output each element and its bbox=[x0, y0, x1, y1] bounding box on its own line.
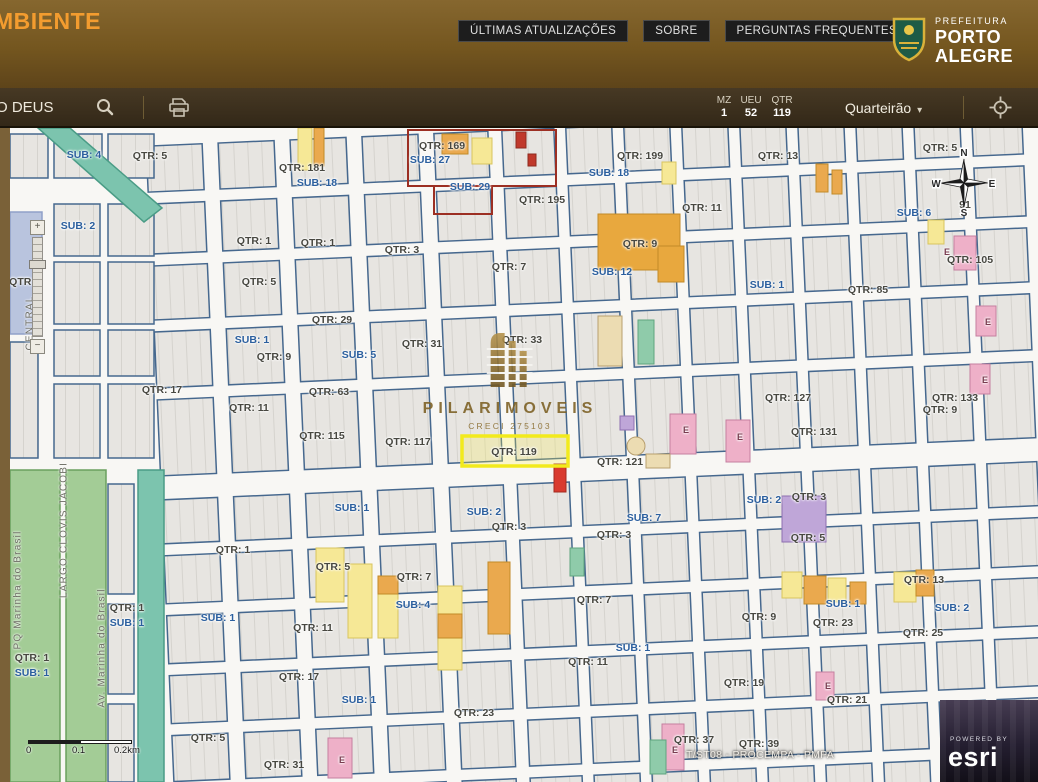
stat-value-mz: 1 bbox=[720, 107, 728, 119]
toolbar-divider bbox=[143, 96, 144, 119]
site-title: MBIENTE bbox=[0, 8, 101, 34]
nav-perguntas-frequentes[interactable]: PERGUNTAS FREQUENTES bbox=[724, 20, 910, 42]
map-attribution: T/ST08 - PROCEMPA - PMPA bbox=[686, 749, 835, 761]
crosshair-icon[interactable] bbox=[988, 95, 1013, 125]
map-canvas[interactable] bbox=[10, 128, 1038, 782]
stat-label-qtr: QTR bbox=[771, 95, 793, 106]
app-root: MBIENTE ÚLTIMAS ATUALIZAÇÕES SOBRE PERGU… bbox=[0, 0, 1038, 782]
mz-ueu-qtr-counters: MZ UEU QTR 1 52 119 bbox=[712, 95, 798, 119]
stat-label-ueu: UEU bbox=[740, 95, 762, 106]
compass-rose: N W E S bbox=[932, 147, 996, 217]
scale-tick-mid: 0.1 bbox=[72, 745, 86, 756]
selected-block-highlight bbox=[460, 434, 570, 468]
scale-tick-end: 0.2km bbox=[114, 745, 140, 756]
layer-dropdown-label: Quarteirão bbox=[845, 100, 912, 116]
map-toolbar: O DEUS MZ UEU QTR 1 52 119 Quarteirão ▾ bbox=[0, 88, 1038, 128]
stat-label-mz: MZ bbox=[716, 95, 732, 106]
compass-south: S bbox=[961, 208, 968, 216]
logo-city-line1: PORTO bbox=[935, 27, 1002, 48]
compass-west: W bbox=[932, 179, 941, 190]
logo-prefix: PREFEITURA bbox=[935, 16, 1009, 27]
zoom-slider-thumb[interactable] bbox=[29, 260, 46, 269]
layer-dropdown[interactable]: Quarteirão ▾ bbox=[845, 100, 922, 116]
search-icon[interactable] bbox=[96, 98, 114, 121]
compass-north: N bbox=[960, 148, 967, 159]
crest-icon bbox=[891, 16, 927, 67]
parks-layer bbox=[10, 469, 165, 782]
zoom-out-button[interactable]: − bbox=[30, 339, 45, 354]
header-bar: MBIENTE ÚLTIMAS ATUALIZAÇÕES SOBRE PERGU… bbox=[0, 0, 1038, 88]
zoom-slider[interactable]: + − bbox=[29, 220, 46, 354]
esri-logo: esri bbox=[948, 742, 999, 772]
zoom-in-button[interactable]: + bbox=[30, 220, 45, 235]
scale-bar: 0 0.1 0.2km bbox=[26, 740, 140, 757]
stat-value-qtr: 119 bbox=[773, 107, 791, 119]
compass-east: E bbox=[989, 179, 996, 190]
esri-logo-block[interactable]: POWERED BY esri bbox=[940, 700, 1038, 782]
chevron-down-icon: ▾ bbox=[917, 105, 923, 116]
location-search-text: O DEUS bbox=[0, 99, 54, 116]
logo-city-line2: ALEGRE bbox=[935, 46, 1014, 66]
prefeitura-logo: PREFEITURA PORTO ALEGRE bbox=[891, 16, 1013, 67]
map-viewport[interactable]: SUB: 4 QTR: 5 QTR: 181 SUB: 18 QTR: 169 SUB: … bbox=[10, 128, 1038, 782]
stat-value-ueu: 52 bbox=[744, 107, 758, 119]
printer-icon[interactable] bbox=[168, 97, 190, 123]
scale-tick-0: 0 bbox=[26, 745, 32, 756]
main-nav: ÚLTIMAS ATUALIZAÇÕES SOBRE PERGUNTAS FRE… bbox=[458, 20, 910, 42]
toolbar-divider bbox=[963, 96, 964, 119]
zoom-slider-track[interactable] bbox=[29, 237, 46, 337]
nav-sobre[interactable]: SOBRE bbox=[643, 20, 710, 42]
nav-ultimas-atualizacoes[interactable]: ÚLTIMAS ATUALIZAÇÕES bbox=[458, 20, 629, 42]
